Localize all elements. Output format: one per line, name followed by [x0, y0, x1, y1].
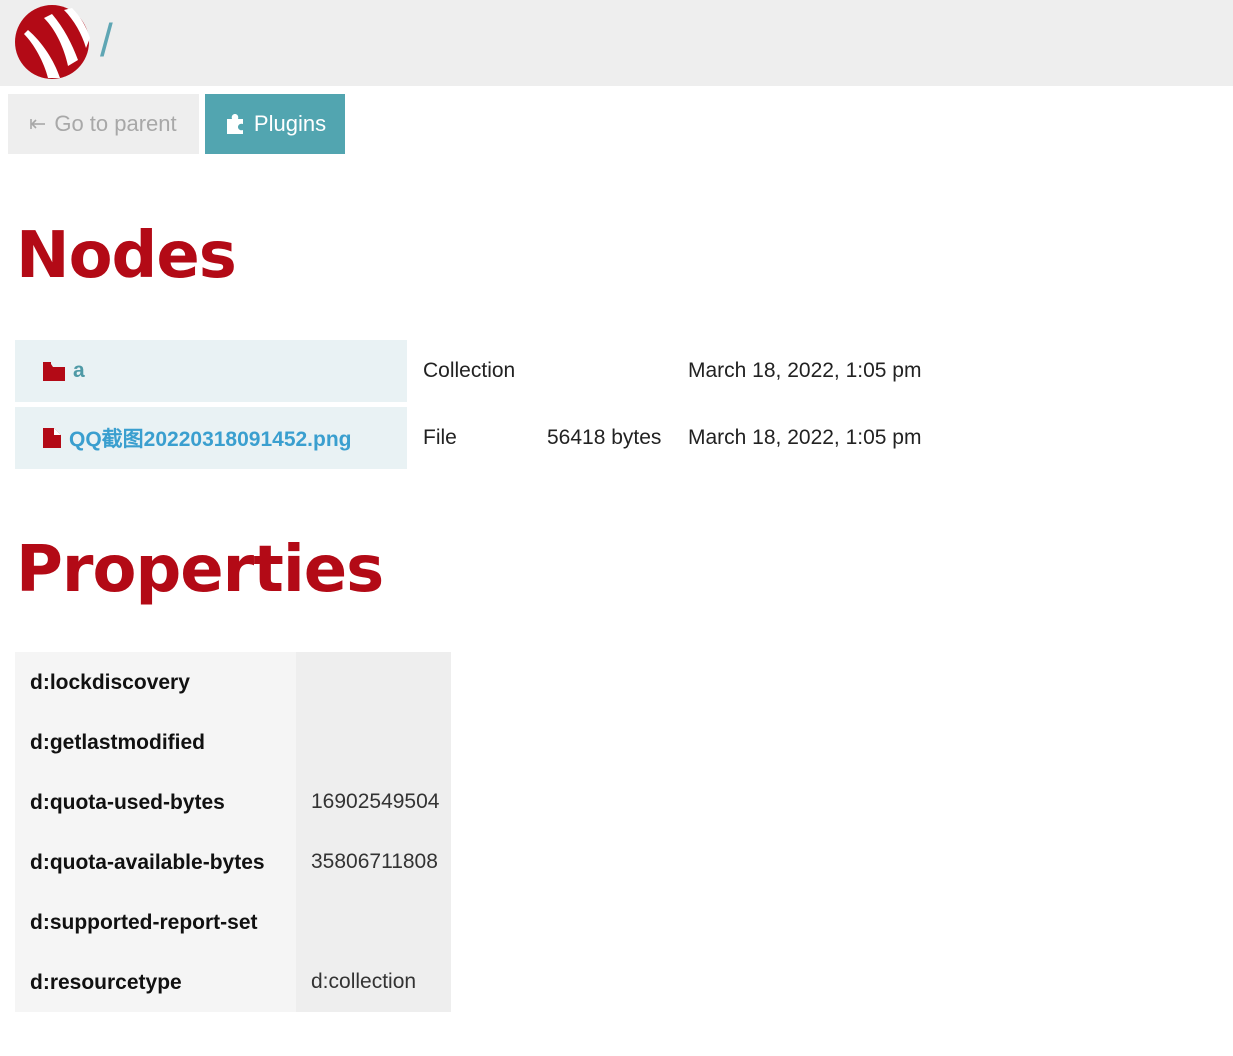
go-to-parent-button[interactable]: Go to parent: [8, 94, 199, 154]
table-row: d:lockdiscovery: [15, 652, 451, 712]
node-size: 56418 bytes: [547, 426, 662, 449]
folder-icon: [43, 361, 65, 381]
properties-table: d:lockdiscovery d:getlastmodified d:quot…: [15, 652, 451, 1012]
file-icon: [43, 428, 61, 448]
go-to-parent-label: Go to parent: [54, 111, 177, 136]
node-link[interactable]: a: [73, 359, 85, 383]
property-value: [296, 652, 451, 712]
table-row: d:quota-available-bytes 35806711808: [15, 832, 451, 892]
node-link[interactable]: QQ截图20220318091452.png: [69, 423, 352, 453]
property-name: d:quota-used-bytes: [15, 772, 296, 832]
plugins-button[interactable]: Plugins: [205, 94, 345, 154]
node-type: File: [423, 426, 457, 449]
property-name: d:getlastmodified: [15, 712, 296, 772]
property-name: d:resourcetype: [15, 952, 296, 1012]
table-row: a Collection March 18, 2022, 1:05 pm: [15, 340, 1015, 402]
node-name-cell: a: [15, 340, 407, 402]
property-value: [296, 712, 451, 772]
table-row: d:resourcetype d:collection: [15, 952, 451, 1012]
nodes-heading: Nodes: [16, 219, 237, 293]
node-modified: March 18, 2022, 1:05 pm: [688, 426, 922, 449]
property-name: d:supported-report-set: [15, 892, 296, 952]
node-modified: March 18, 2022, 1:05 pm: [688, 359, 922, 382]
breadcrumb[interactable]: /: [100, 12, 113, 68]
puzzle-icon: [224, 113, 246, 135]
property-name: d:lockdiscovery: [15, 652, 296, 712]
property-value: 16902549504: [296, 772, 451, 832]
table-row: d:quota-used-bytes 16902549504: [15, 772, 451, 832]
property-value: d:collection: [296, 952, 451, 1012]
properties-heading: Properties: [16, 533, 384, 607]
table-row: QQ截图20220318091452.png File 56418 bytes …: [15, 407, 1015, 469]
plugins-label: Plugins: [253, 111, 327, 136]
page-header: /: [0, 0, 1233, 86]
table-row: d:supported-report-set: [15, 892, 451, 952]
property-value: [296, 892, 451, 952]
arrow-to-left-icon: [30, 119, 46, 129]
node-name-cell: QQ截图20220318091452.png: [15, 407, 407, 469]
node-type: Collection: [423, 359, 516, 382]
property-name: d:quota-available-bytes: [15, 832, 296, 892]
table-row: d:getlastmodified: [15, 712, 451, 772]
sabredav-logo[interactable]: [14, 4, 92, 80]
property-value: 35806711808: [296, 832, 451, 892]
